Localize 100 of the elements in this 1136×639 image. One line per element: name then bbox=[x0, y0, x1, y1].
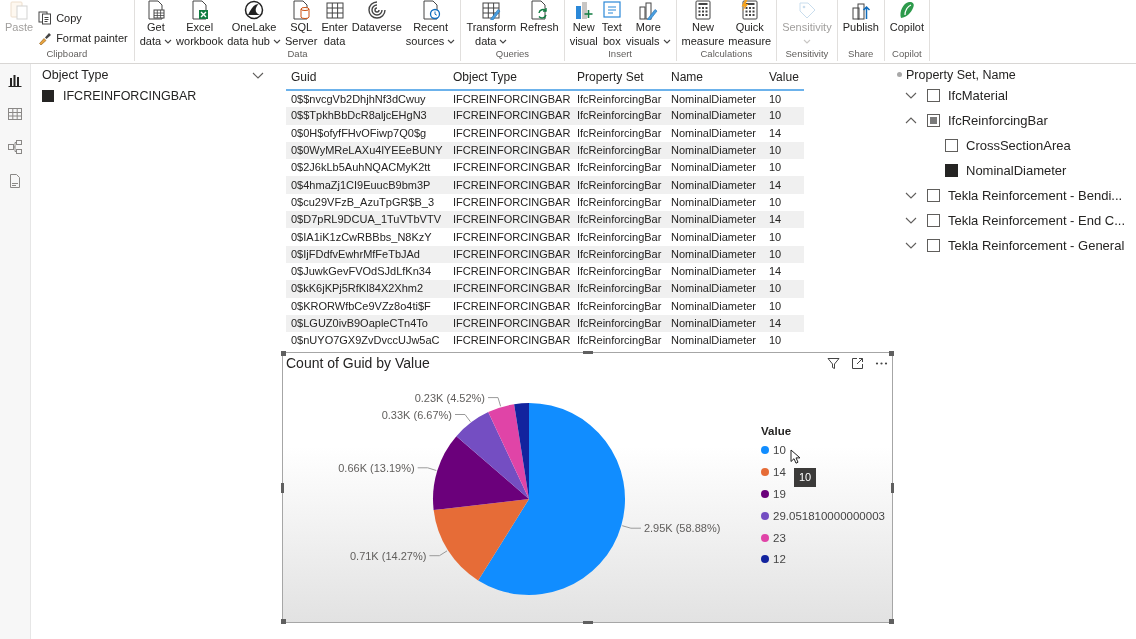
resize-handle[interactable] bbox=[281, 483, 284, 494]
bar-chart-icon[interactable] bbox=[7, 72, 23, 88]
table-cell: 0$IjFDdfvEwhrMfFeTbJAd bbox=[286, 245, 448, 263]
table-icon[interactable] bbox=[7, 105, 23, 122]
format-painter-button[interactable]: Format painter bbox=[36, 28, 130, 48]
slicer-item-label[interactable]: NominalDiameter bbox=[966, 163, 1067, 178]
dataverse-button[interactable]: Dataverse bbox=[350, 0, 403, 34]
more-visuals-button[interactable]: More visuals bbox=[624, 0, 672, 48]
slicer-item-label[interactable]: Tekla Reinforcement - End C... bbox=[948, 213, 1126, 228]
diagram-icon[interactable] bbox=[7, 139, 23, 155]
table-cell: IFCREINFORCINGBAR bbox=[448, 176, 572, 194]
checkbox[interactable] bbox=[927, 89, 940, 102]
table-cell: 10 bbox=[764, 297, 804, 315]
refresh-button[interactable]: Refresh bbox=[519, 0, 560, 34]
excel-workbook-button[interactable]: Excel workbook bbox=[175, 0, 225, 48]
table-cell: IFCREINFORCINGBAR bbox=[448, 124, 572, 142]
table-cell: IFCREINFORCINGBAR bbox=[448, 107, 572, 125]
table-cell: 10 bbox=[764, 332, 804, 350]
data-label: 0.23K (4.52%) bbox=[414, 392, 485, 405]
resize-handle[interactable] bbox=[281, 351, 286, 357]
table-cell: IfcReinforcingBar bbox=[572, 332, 666, 350]
table-cell: 0$nUYO7GX9ZvDvccUJw5aC bbox=[286, 332, 448, 350]
column-header[interactable]: Guid bbox=[286, 66, 448, 90]
leader-line bbox=[621, 525, 642, 530]
column-header[interactable]: Object Type bbox=[448, 66, 572, 90]
resize-handle[interactable] bbox=[889, 351, 894, 357]
checkbox[interactable] bbox=[927, 114, 940, 127]
publish-button[interactable]: Publish bbox=[841, 0, 880, 34]
checkbox[interactable] bbox=[927, 239, 940, 252]
quick-measure-button[interactable]: Quick measure bbox=[727, 0, 773, 48]
chevron-down-icon[interactable] bbox=[905, 242, 917, 249]
pie-slice[interactable] bbox=[456, 412, 529, 500]
table-cell: 14 bbox=[764, 211, 804, 229]
legend-label[interactable]: 10 bbox=[773, 444, 786, 457]
table-cell: NominalDiameter bbox=[666, 280, 764, 298]
resize-handle[interactable] bbox=[891, 483, 894, 494]
enter-data-button[interactable]: Enter data bbox=[320, 0, 349, 48]
resize-handle[interactable] bbox=[583, 351, 593, 355]
legend-label[interactable]: 19 bbox=[773, 487, 786, 500]
checkbox[interactable] bbox=[42, 90, 54, 102]
recent-sources-button[interactable]: Recent sources bbox=[404, 0, 457, 48]
table-cell: IfcReinforcingBar bbox=[572, 124, 666, 142]
slicer-item-label[interactable]: Tekla Reinforcement - Bendi... bbox=[948, 188, 1123, 203]
copy-button[interactable]: Copy bbox=[36, 8, 130, 28]
legend-label[interactable]: 14 bbox=[773, 466, 786, 479]
column-header[interactable]: Property Set bbox=[572, 66, 666, 90]
chevron-down-icon[interactable] bbox=[905, 92, 917, 99]
chevron-down-icon[interactable] bbox=[905, 192, 917, 199]
table-cell: IfcReinforcingBar bbox=[572, 211, 666, 229]
chevron-down-icon[interactable] bbox=[905, 217, 917, 224]
table-cell: IFCREINFORCINGBAR bbox=[448, 280, 572, 298]
table-cell: NominalDiameter bbox=[666, 297, 764, 315]
slicer-item-label[interactable]: IFCREINFORCINGBAR bbox=[63, 89, 197, 103]
checkbox[interactable] bbox=[945, 164, 958, 177]
new-visual-button[interactable]: New visual bbox=[568, 0, 599, 48]
pie-slice[interactable] bbox=[433, 499, 529, 581]
table-cell: 14 bbox=[764, 262, 804, 281]
legend-label[interactable]: 23 bbox=[773, 531, 786, 544]
table-cell: IFCREINFORCINGBAR bbox=[448, 262, 572, 281]
table-cell: 10 bbox=[764, 107, 804, 125]
table-cell: 0$$nvcgVb2DhjhNf3dCwuy bbox=[286, 90, 448, 108]
resize-handle[interactable] bbox=[889, 619, 894, 625]
slicer-item-label[interactable]: IfcReinforcingBar bbox=[948, 113, 1048, 128]
table-cell: IFCREINFORCINGBAR bbox=[448, 193, 572, 212]
text-box-button[interactable]: Text box bbox=[600, 0, 623, 48]
table-cell: 0$KRORWfbCe9VZz8o4ti$F bbox=[286, 297, 448, 315]
checkbox[interactable] bbox=[927, 189, 940, 202]
slicer-title: Property Set, Name bbox=[906, 67, 1016, 82]
sql-server-button[interactable]: SQL Server bbox=[284, 0, 319, 48]
table-cell: 0$0H$ofyfFHvOFiwp7Q0$g bbox=[286, 124, 448, 142]
document-icon[interactable] bbox=[7, 172, 23, 189]
copilot-button[interactable]: Copilot bbox=[888, 0, 925, 34]
column-header[interactable]: Name bbox=[666, 66, 764, 90]
get-data-button[interactable]: Get data bbox=[138, 0, 174, 48]
table-cell: IfcReinforcingBar bbox=[572, 90, 666, 108]
pie-slice[interactable] bbox=[488, 404, 529, 500]
slicer-item-label[interactable]: IfcMaterial bbox=[948, 88, 1008, 103]
pie-slice[interactable] bbox=[478, 403, 625, 596]
onelake-data-hub-button[interactable]: OneLake data hub bbox=[226, 0, 282, 48]
new-measure-button[interactable]: New measure bbox=[680, 0, 726, 48]
slicer-item-label[interactable]: Tekla Reinforcement - General bbox=[948, 238, 1125, 253]
chevron-down-icon[interactable] bbox=[252, 71, 264, 79]
resize-handle[interactable] bbox=[281, 619, 286, 625]
slicer-item-label[interactable]: CrossSectionArea bbox=[966, 138, 1071, 153]
checkbox[interactable] bbox=[927, 214, 940, 227]
focus-mode-icon[interactable] bbox=[851, 356, 864, 370]
checkbox[interactable] bbox=[945, 139, 958, 152]
table-cell: 10 bbox=[764, 90, 804, 108]
group-label: Copilot bbox=[891, 48, 923, 61]
column-header[interactable]: Value bbox=[764, 66, 804, 90]
chevron-up-icon[interactable] bbox=[905, 117, 917, 124]
table-cell: IFCREINFORCINGBAR bbox=[448, 332, 572, 350]
transform-data-button[interactable]: Transform data bbox=[465, 0, 518, 48]
pie-slice[interactable] bbox=[433, 436, 529, 511]
chart-pencil-icon bbox=[638, 0, 659, 20]
resize-handle[interactable] bbox=[583, 621, 593, 625]
filter-icon[interactable] bbox=[827, 356, 840, 370]
table-cell: IFCREINFORCINGBAR bbox=[448, 245, 572, 263]
legend-label[interactable]: 12 bbox=[773, 553, 786, 566]
legend-label[interactable]: 29.051810000000003 bbox=[773, 509, 885, 522]
